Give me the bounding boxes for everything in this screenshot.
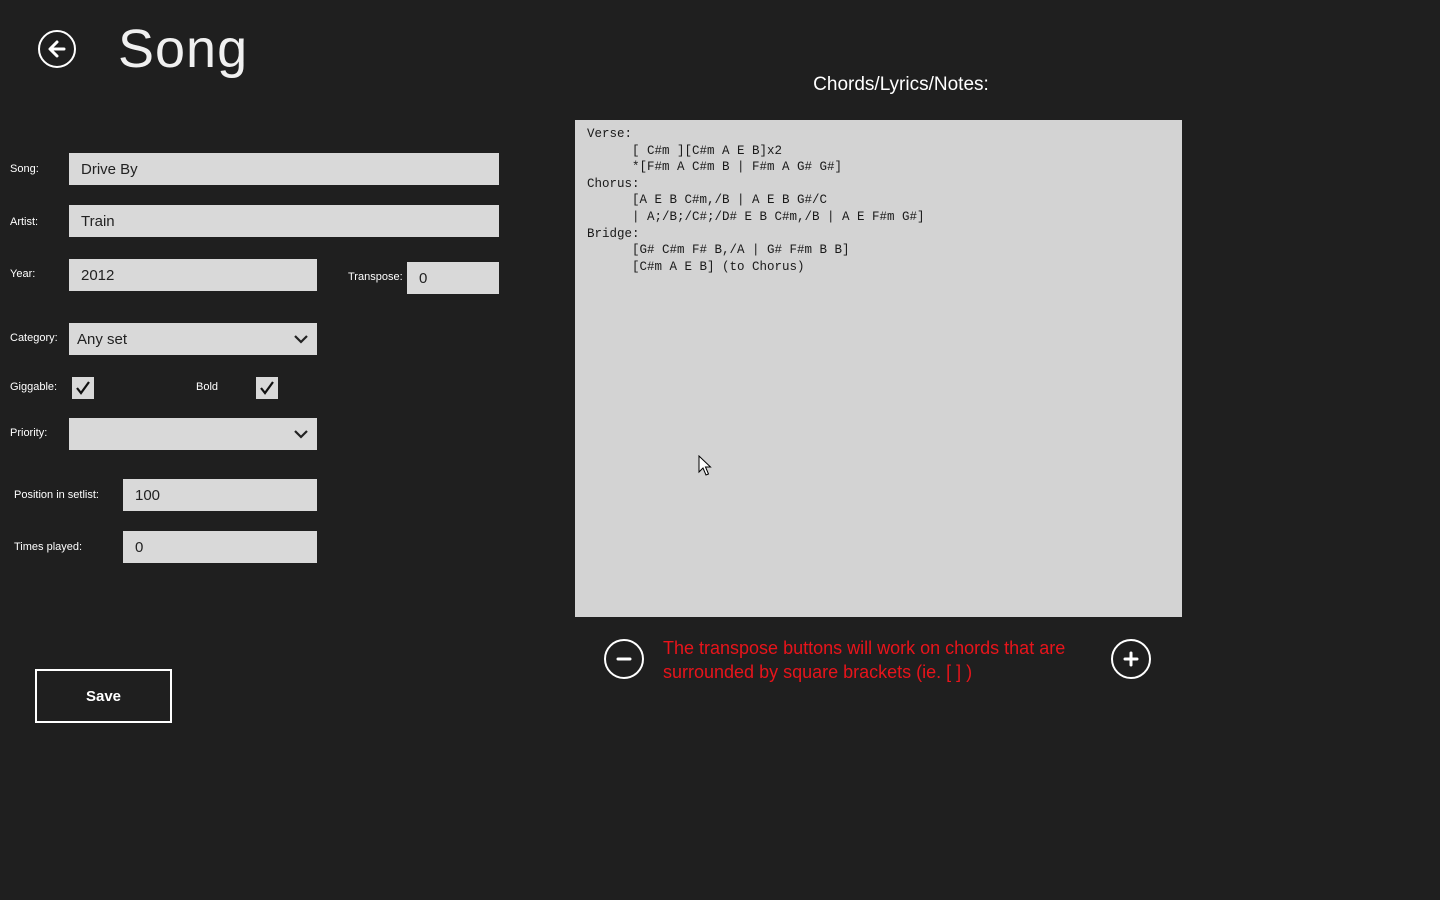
song-input[interactable] bbox=[69, 153, 499, 185]
transpose-hint: The transpose buttons will work on chord… bbox=[663, 638, 1066, 682]
transpose-label: Transpose: bbox=[348, 271, 403, 283]
giggable-label: Giggable: bbox=[10, 381, 58, 393]
page-title: Song bbox=[118, 19, 249, 79]
notes-title: Chords/Lyrics/Notes: bbox=[813, 74, 989, 95]
position-input[interactable] bbox=[123, 479, 317, 511]
priority-select[interactable] bbox=[69, 418, 317, 450]
back-button[interactable] bbox=[38, 30, 76, 68]
bold-checkbox[interactable] bbox=[256, 377, 278, 399]
mouse-cursor-icon bbox=[698, 455, 712, 476]
category-select[interactable]: Any set bbox=[69, 323, 317, 355]
priority-label: Priority: bbox=[10, 427, 48, 439]
year-label: Year: bbox=[10, 268, 36, 280]
song-label: Song: bbox=[10, 163, 39, 175]
position-label: Position in setlist: bbox=[14, 489, 99, 501]
times-played-input[interactable] bbox=[123, 531, 317, 563]
category-label: Category: bbox=[10, 332, 58, 344]
notes-textarea[interactable]: Verse: [ C#m ][C#m A E B]x2 *[F#m A C#m … bbox=[575, 120, 1182, 617]
giggable-checkbox[interactable] bbox=[72, 377, 94, 399]
times-played-label: Times played: bbox=[14, 541, 83, 553]
chevron-down-icon bbox=[294, 430, 308, 439]
checkmark-icon bbox=[260, 381, 274, 395]
transpose-up-button[interactable] bbox=[1111, 639, 1151, 679]
artist-input[interactable] bbox=[69, 205, 499, 237]
chevron-down-icon bbox=[294, 335, 308, 344]
year-input[interactable] bbox=[69, 259, 317, 291]
save-button[interactable]: Save bbox=[35, 669, 172, 723]
bold-label: Bold bbox=[196, 381, 219, 393]
transpose-input[interactable] bbox=[407, 262, 499, 294]
artist-label: Artist: bbox=[10, 216, 39, 228]
minus-circle-icon bbox=[616, 657, 632, 661]
category-value: Any set bbox=[77, 330, 128, 348]
checkmark-icon bbox=[76, 381, 90, 395]
transpose-down-button[interactable] bbox=[604, 639, 644, 679]
plus-circle-icon bbox=[1123, 651, 1139, 667]
back-arrow-icon bbox=[48, 40, 66, 58]
